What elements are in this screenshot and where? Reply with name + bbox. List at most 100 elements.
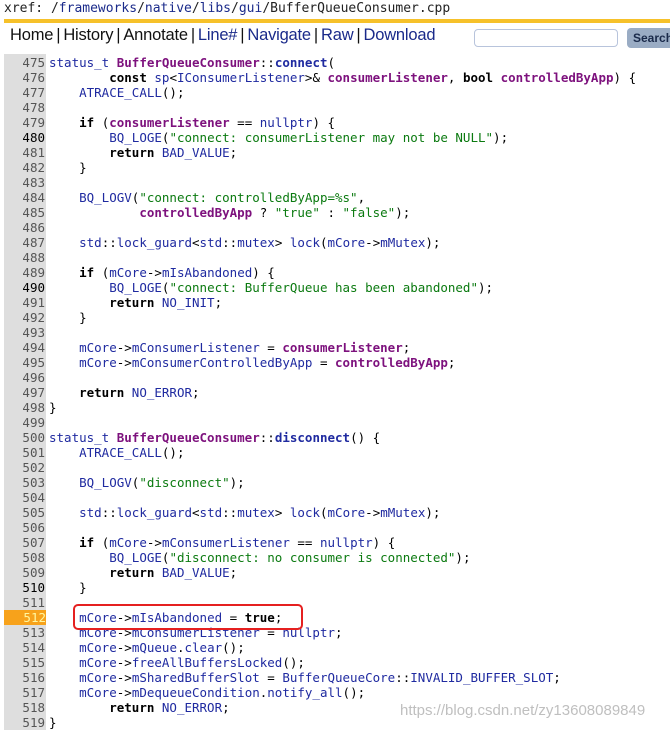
identifier-token[interactable]: notify_all bbox=[267, 685, 342, 700]
nav-raw-link[interactable]: Raw bbox=[321, 26, 354, 44]
breadcrumb-frameworks[interactable]: frameworks bbox=[59, 1, 137, 16]
line-number[interactable]: 514 bbox=[4, 640, 45, 655]
line-number[interactable]: 480 bbox=[4, 130, 45, 145]
identifier-token[interactable]: mMutex bbox=[380, 235, 425, 250]
line-number[interactable]: 487 bbox=[4, 235, 45, 250]
line-number[interactable]: 496 bbox=[4, 370, 45, 385]
line-number[interactable]: 481 bbox=[4, 145, 45, 160]
line-number[interactable]: 510 bbox=[4, 580, 45, 595]
identifier-token[interactable]: lock_guard bbox=[117, 235, 192, 250]
line-number[interactable]: 495 bbox=[4, 355, 45, 370]
line-number[interactable]: 490 bbox=[4, 280, 45, 295]
line-number[interactable]: 500 bbox=[4, 430, 45, 445]
identifier-token[interactable]: mCore bbox=[79, 355, 117, 370]
identifier-token[interactable]: std bbox=[200, 235, 223, 250]
identifier-token[interactable]: mCore bbox=[79, 670, 117, 685]
line-number[interactable]: 509 bbox=[4, 565, 45, 580]
line-number[interactable]: 489 bbox=[4, 265, 45, 280]
line-number[interactable]: 505 bbox=[4, 505, 45, 520]
line-number[interactable]: 483 bbox=[4, 175, 45, 190]
definition-token[interactable]: consumerListener bbox=[282, 340, 402, 355]
identifier-token[interactable]: mDequeueCondition bbox=[132, 685, 260, 700]
identifier-token[interactable]: BQ_LOGE bbox=[109, 280, 162, 295]
identifier-token[interactable]: mQueue bbox=[132, 640, 177, 655]
line-number[interactable]: 494 bbox=[4, 340, 45, 355]
identifier-token[interactable]: BufferQueueCore bbox=[282, 670, 395, 685]
line-number[interactable]: 499 bbox=[4, 415, 45, 430]
definition-token[interactable]: BufferQueueConsumer bbox=[117, 430, 260, 445]
identifier-token[interactable]: clear bbox=[185, 640, 223, 655]
identifier-token[interactable]: mCore bbox=[328, 505, 366, 520]
line-number[interactable]: 519 bbox=[4, 715, 45, 730]
identifier-token[interactable]: mMutex bbox=[380, 505, 425, 520]
identifier-token[interactable]: BAD_VALUE bbox=[162, 145, 230, 160]
identifier-token[interactable]: INVALID_BUFFER_SLOT bbox=[410, 670, 553, 685]
line-number[interactable]: 507 bbox=[4, 535, 45, 550]
identifier-token[interactable]: mSharedBufferSlot bbox=[132, 670, 260, 685]
line-number[interactable]: 485 bbox=[4, 205, 45, 220]
line-number[interactable]: 513 bbox=[4, 625, 45, 640]
line-number[interactable]: 477 bbox=[4, 85, 45, 100]
identifier-token[interactable]: nullptr bbox=[260, 115, 313, 130]
function-token[interactable]: disconnect bbox=[275, 430, 350, 445]
identifier-token[interactable]: mConsumerListener bbox=[162, 535, 290, 550]
line-number[interactable]: 518 bbox=[4, 700, 45, 715]
identifier-token[interactable]: mIsAbandoned bbox=[162, 265, 252, 280]
identifier-token[interactable]: sp bbox=[154, 70, 169, 85]
definition-token[interactable]: consumerListener bbox=[328, 70, 448, 85]
line-number[interactable]: 475 bbox=[4, 55, 45, 70]
identifier-token[interactable]: NO_INIT bbox=[162, 295, 215, 310]
identifier-token[interactable]: freeAllBuffersLocked bbox=[132, 655, 283, 670]
identifier-token[interactable]: status_t bbox=[49, 55, 109, 70]
identifier-token[interactable]: NO_ERROR bbox=[162, 700, 222, 715]
nav-navigate-link[interactable]: Navigate bbox=[247, 26, 311, 44]
nav-home-link[interactable]: Home bbox=[10, 26, 53, 44]
definition-token[interactable]: controlledByApp bbox=[501, 70, 614, 85]
identifier-token[interactable]: mCore bbox=[328, 235, 366, 250]
identifier-token[interactable]: mCore bbox=[79, 655, 117, 670]
line-number[interactable]: 497 bbox=[4, 385, 45, 400]
identifier-token[interactable]: mCore bbox=[79, 340, 117, 355]
line-number[interactable]: 503 bbox=[4, 475, 45, 490]
line-number[interactable]: 482 bbox=[4, 160, 45, 175]
line-number[interactable]: 493 bbox=[4, 325, 45, 340]
identifier-token[interactable]: mConsumerControlledByApp bbox=[132, 355, 313, 370]
identifier-token[interactable]: BQ_LOGV bbox=[79, 190, 132, 205]
identifier-token[interactable]: lock bbox=[290, 505, 320, 520]
line-number[interactable]: 511 bbox=[4, 595, 45, 610]
nav-line-link[interactable]: Line# bbox=[198, 26, 238, 44]
identifier-token[interactable]: mCore bbox=[79, 640, 117, 655]
line-number[interactable]: 476 bbox=[4, 70, 45, 85]
identifier-token[interactable]: lock bbox=[290, 235, 320, 250]
line-number[interactable]: 502 bbox=[4, 460, 45, 475]
identifier-token[interactable]: ATRACE_CALL bbox=[79, 85, 162, 100]
identifier-token[interactable]: BAD_VALUE bbox=[162, 565, 230, 580]
nav-history-link[interactable]: History bbox=[63, 26, 113, 44]
identifier-token[interactable]: mConsumerListener bbox=[132, 340, 260, 355]
line-number[interactable]: 501 bbox=[4, 445, 45, 460]
line-number[interactable]: 512 bbox=[4, 610, 46, 625]
definition-token[interactable]: consumerListener bbox=[109, 115, 229, 130]
identifier-token[interactable]: ATRACE_CALL bbox=[79, 445, 162, 460]
line-number[interactable]: 506 bbox=[4, 520, 45, 535]
line-number[interactable]: 478 bbox=[4, 100, 45, 115]
function-token[interactable]: connect bbox=[275, 55, 328, 70]
line-number[interactable]: 491 bbox=[4, 295, 45, 310]
identifier-token[interactable]: std bbox=[200, 505, 223, 520]
line-number[interactable]: 515 bbox=[4, 655, 45, 670]
line-number[interactable]: 508 bbox=[4, 550, 45, 565]
definition-token[interactable]: controlledByApp bbox=[335, 355, 448, 370]
identifier-token[interactable]: lock_guard bbox=[117, 505, 192, 520]
identifier-token[interactable]: mCore bbox=[79, 685, 117, 700]
line-number[interactable]: 488 bbox=[4, 250, 45, 265]
identifier-token[interactable]: std bbox=[79, 505, 102, 520]
line-number[interactable]: 498 bbox=[4, 400, 45, 415]
identifier-token[interactable]: BQ_LOGE bbox=[109, 550, 162, 565]
identifier-token[interactable]: mCore bbox=[109, 535, 147, 550]
nav-annotate-link[interactable]: Annotate bbox=[123, 26, 188, 44]
line-number[interactable]: 504 bbox=[4, 490, 45, 505]
search-button[interactable]: Search bbox=[627, 28, 670, 48]
identifier-token[interactable]: mutex bbox=[237, 505, 275, 520]
identifier-token[interactable]: NO_ERROR bbox=[132, 385, 192, 400]
identifier-token[interactable]: BQ_LOGV bbox=[79, 475, 132, 490]
